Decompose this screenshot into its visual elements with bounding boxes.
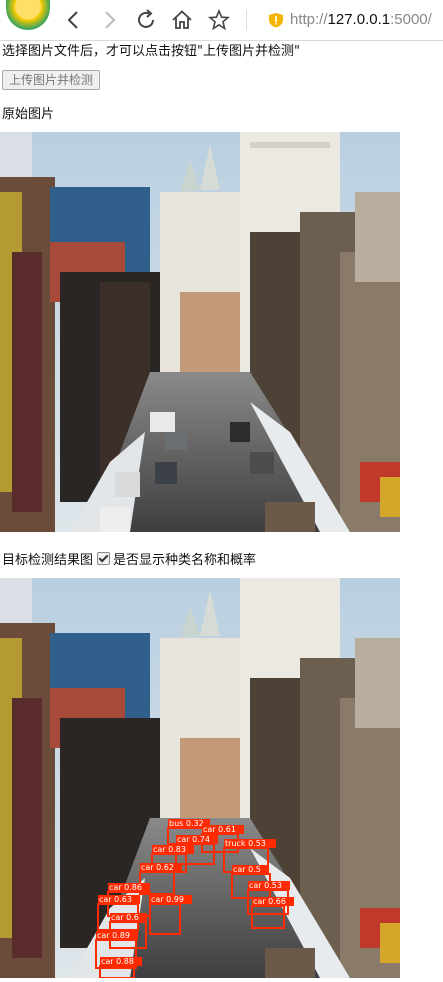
home-icon[interactable]	[170, 8, 194, 32]
detection-label: car 0.53	[249, 881, 282, 890]
detection-label: car 0.61	[203, 825, 236, 834]
back-icon[interactable]	[62, 8, 86, 32]
original-image-label: 原始图片	[2, 107, 55, 122]
detection-result-image: bus 0.32 car 0.61 car 0.74 truck 0.53 car 0.…	[0, 578, 400, 978]
security-warning-icon[interactable]	[268, 12, 284, 28]
detection-label: car 0.89	[97, 931, 130, 940]
detection-label: car 0.63	[99, 895, 132, 904]
original-image	[0, 132, 400, 532]
detection-label: car 0.5	[233, 865, 261, 874]
detection-label: car 0.88	[101, 957, 134, 966]
detection-label: car 0.62	[141, 863, 174, 872]
show-labels-checkbox-label: 是否显示种类名称和概率	[113, 553, 257, 568]
detection-label: car 0.6	[111, 913, 139, 922]
refresh-icon[interactable]	[134, 8, 158, 32]
detection-label: car 0.83	[153, 845, 186, 854]
detection-label: car 0.74	[177, 835, 210, 844]
profile-avatar[interactable]	[6, 0, 50, 30]
browser-toolbar: http://127.0.0.1:5000/	[0, 0, 443, 41]
show-labels-checkbox[interactable]	[97, 552, 111, 565]
url-text: http://127.0.0.1:5000/	[290, 11, 432, 28]
upload-detect-button[interactable]: 上传图片并检测	[2, 70, 101, 90]
detection-label: car 0.66	[253, 897, 286, 906]
detection-label: bus 0.32	[169, 819, 204, 828]
favorite-icon[interactable]	[207, 8, 231, 32]
toolbar-divider	[246, 10, 247, 30]
detection-label: truck 0.53	[225, 839, 266, 848]
detection-label: car 0.86	[109, 883, 142, 892]
address-bar[interactable]: http://127.0.0.1:5000/	[262, 8, 443, 32]
forward-icon[interactable]	[97, 8, 121, 32]
result-label-row: 目标检测结果图 是否显示种类名称和概率	[2, 549, 256, 568]
result-image-label: 目标检测结果图	[2, 553, 94, 568]
instruction-text: 选择图片文件后，才可以点击按钮"上传图片并检测"	[2, 44, 300, 59]
detection-label: car 0.99	[151, 895, 184, 904]
